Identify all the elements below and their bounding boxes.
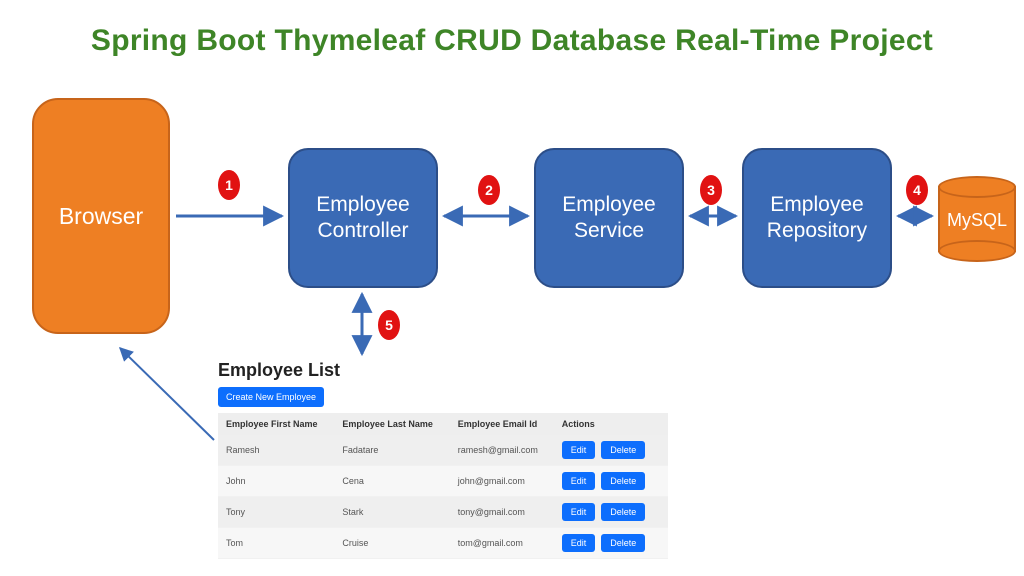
- service-label-1: Employee: [562, 193, 655, 216]
- step-badge-5: 5: [378, 310, 400, 340]
- mysql-database: MySQL: [938, 176, 1016, 262]
- page-title: Spring Boot Thymeleaf CRUD Database Real…: [0, 24, 1024, 58]
- cell-actions: Edit Delete: [554, 528, 668, 559]
- delete-button[interactable]: Delete: [601, 534, 645, 552]
- employee-service-block: Employee Service: [534, 148, 684, 288]
- table-row: RameshFadatareramesh@gmail.com Edit Delete: [218, 435, 668, 466]
- cell-email: ramesh@gmail.com: [450, 435, 554, 466]
- cell-first: Tony: [218, 497, 334, 528]
- controller-label-2: Controller: [317, 219, 408, 242]
- employee-list-heading: Employee List: [218, 360, 668, 381]
- step-badge-4: 4: [906, 175, 928, 205]
- cell-last: Fadatare: [334, 435, 449, 466]
- edit-button[interactable]: Edit: [562, 503, 596, 521]
- cell-email: tony@gmail.com: [450, 497, 554, 528]
- repo-label-2: Repository: [767, 219, 867, 242]
- arrow-list-to-browser: [120, 348, 214, 440]
- repo-label-1: Employee: [770, 193, 863, 216]
- cell-last: Stark: [334, 497, 449, 528]
- browser-block: Browser: [32, 98, 170, 334]
- step-badge-1: 1: [218, 170, 240, 200]
- service-label-2: Service: [574, 219, 644, 242]
- edit-button[interactable]: Edit: [562, 472, 596, 490]
- table-row: JohnCenajohn@gmail.com Edit Delete: [218, 466, 668, 497]
- table-row: TomCruisetom@gmail.com Edit Delete: [218, 528, 668, 559]
- cell-last: Cena: [334, 466, 449, 497]
- delete-button[interactable]: Delete: [601, 472, 645, 490]
- employee-list-panel: Employee List Create New Employee Employ…: [218, 360, 668, 559]
- cell-actions: Edit Delete: [554, 466, 668, 497]
- edit-button[interactable]: Edit: [562, 534, 596, 552]
- table-row: TonyStarktony@gmail.com Edit Delete: [218, 497, 668, 528]
- col-email: Employee Email Id: [450, 413, 554, 435]
- step-badge-2: 2: [478, 175, 500, 205]
- controller-label-1: Employee: [316, 193, 409, 216]
- cell-actions: Edit Delete: [554, 435, 668, 466]
- edit-button[interactable]: Edit: [562, 441, 596, 459]
- cell-email: john@gmail.com: [450, 466, 554, 497]
- step-badge-3: 3: [700, 175, 722, 205]
- col-last-name: Employee Last Name: [334, 413, 449, 435]
- cell-last: Cruise: [334, 528, 449, 559]
- col-actions: Actions: [554, 413, 668, 435]
- employee-table: Employee First Name Employee Last Name E…: [218, 413, 668, 559]
- cell-first: John: [218, 466, 334, 497]
- cell-first: Ramesh: [218, 435, 334, 466]
- employee-controller-block: Employee Controller: [288, 148, 438, 288]
- cell-actions: Edit Delete: [554, 497, 668, 528]
- delete-button[interactable]: Delete: [601, 503, 645, 521]
- create-employee-button[interactable]: Create New Employee: [218, 387, 324, 407]
- cell-email: tom@gmail.com: [450, 528, 554, 559]
- cell-first: Tom: [218, 528, 334, 559]
- db-label: MySQL: [938, 210, 1016, 231]
- employee-repository-block: Employee Repository: [742, 148, 892, 288]
- col-first-name: Employee First Name: [218, 413, 334, 435]
- delete-button[interactable]: Delete: [601, 441, 645, 459]
